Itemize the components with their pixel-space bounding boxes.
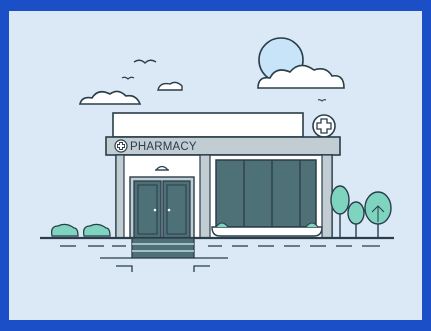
bird-icon: [121, 76, 135, 80]
road-mark-left: [116, 265, 133, 272]
steps: [131, 237, 195, 259]
cloud-left: [78, 90, 142, 105]
pharmacy-sign-text: PHARMACY: [130, 141, 197, 153]
cloud-small: [157, 81, 183, 91]
shop-window: [215, 159, 317, 228]
illustration-panel: PHARMACY: [9, 11, 422, 320]
sidewalk-dashes: [60, 245, 380, 259]
door-handle-right: [167, 208, 171, 212]
trees: [330, 185, 392, 238]
pillar-right: [321, 154, 333, 239]
bushes: [50, 223, 111, 237]
road-mark-right: [193, 265, 210, 272]
bird-icon: [317, 99, 327, 102]
door-handle-left: [153, 208, 157, 212]
pillar-middle: [199, 154, 211, 239]
blue-frame: PHARMACY: [0, 0, 431, 331]
pharmacy-illustration: PHARMACY: [40, 37, 394, 272]
pillar-left: [115, 154, 125, 239]
bird-icon: [133, 59, 157, 64]
window-planter: [211, 226, 323, 237]
medical-cross-icon: [312, 114, 336, 138]
roof-panel: [112, 112, 304, 138]
